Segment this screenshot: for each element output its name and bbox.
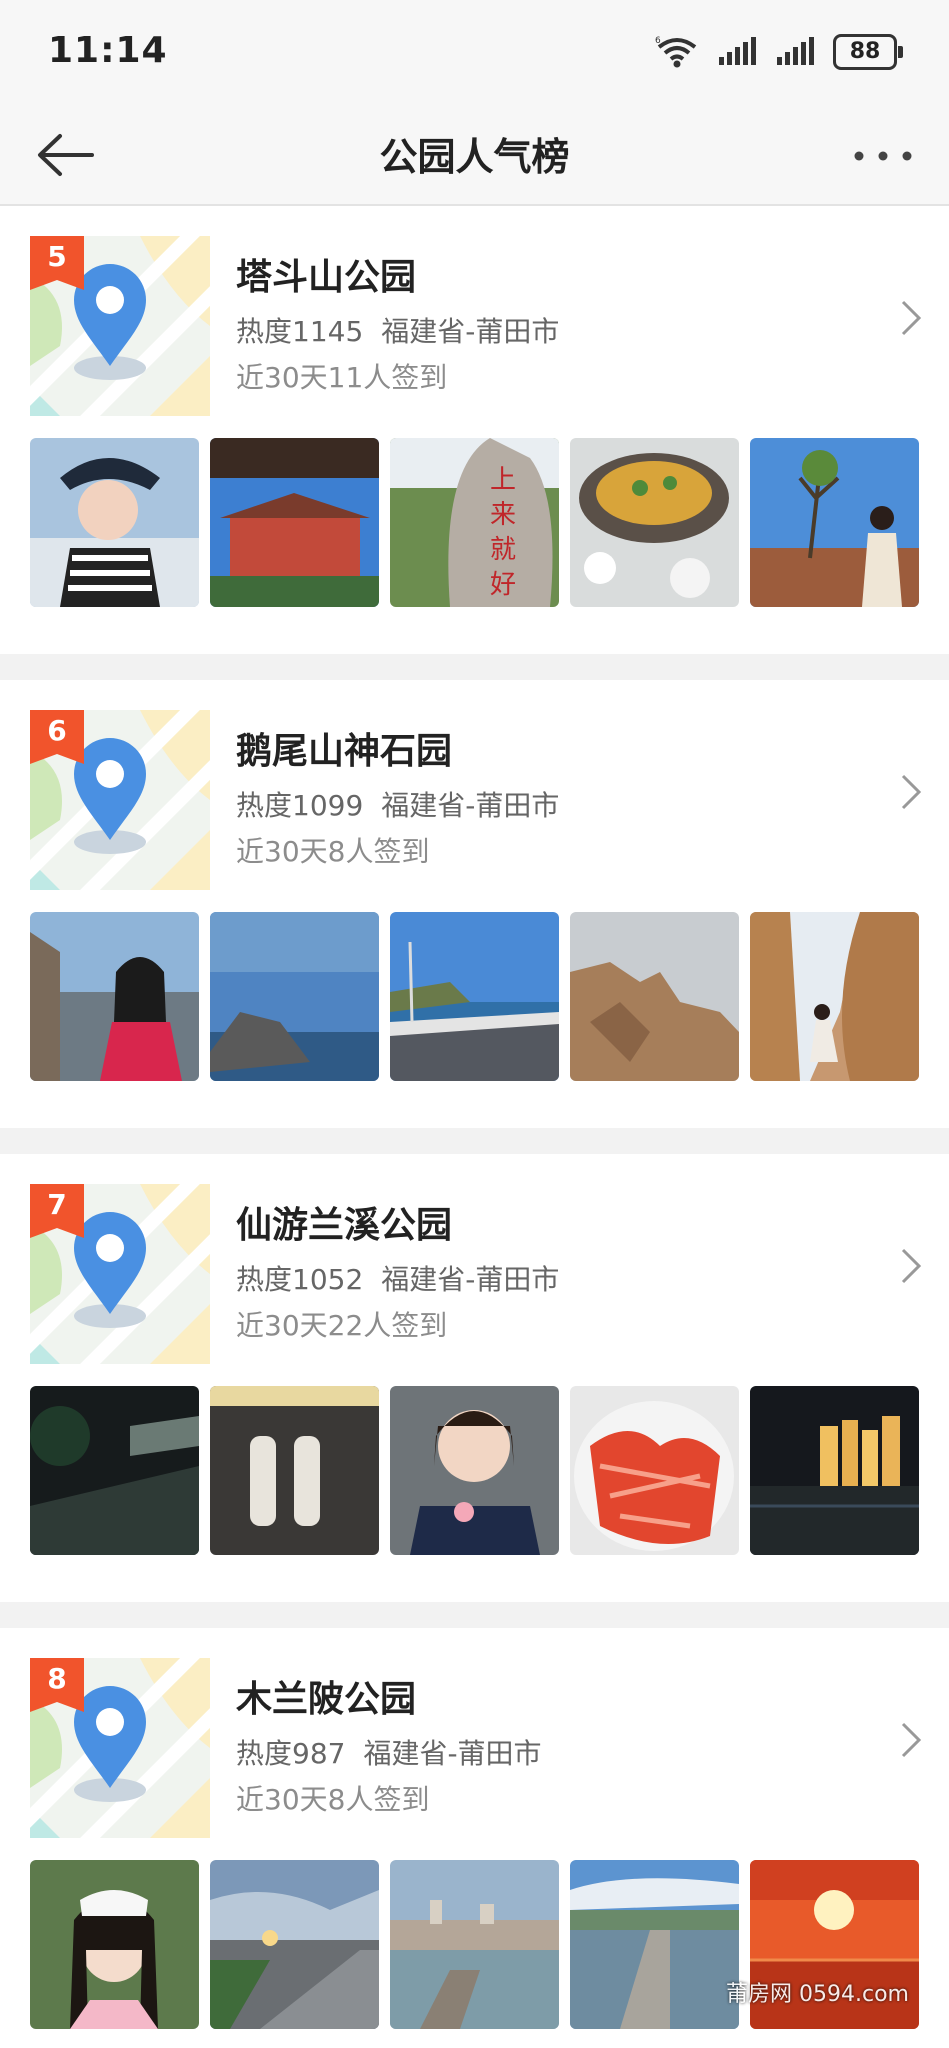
photo-thumbnail[interactable] (750, 1386, 919, 1555)
map-thumbnail: 7 (30, 1184, 210, 1364)
heat-score: 热度1145 (236, 315, 364, 348)
chevron-right-icon[interactable] (899, 772, 923, 812)
checkin-count: 近30天11人签到 (236, 361, 448, 394)
signal-icon (719, 37, 756, 65)
checkin-count: 近30天8人签到 (236, 835, 430, 868)
status-time: 11:14 (48, 30, 168, 71)
photo-thumbnail[interactable]: 上来就好 (390, 438, 559, 607)
heat-score: 热度1052 (236, 1263, 364, 1296)
park-name: 木兰陂公园 (236, 1679, 417, 1720)
photo-strip (30, 1386, 919, 1555)
photo-thumbnail[interactable] (750, 438, 919, 607)
svg-text:6: 6 (655, 36, 661, 46)
park-region: 福建省-莆田市 (381, 1263, 560, 1296)
park-name: 鹅尾山神石园 (236, 731, 453, 772)
park-card[interactable]: 6 鹅尾山神石园 热度1099 福建省-莆田市 近30天8人签到 (0, 680, 949, 1128)
photo-strip (30, 912, 919, 1081)
park-region: 福建省-莆田市 (363, 1737, 542, 1770)
wifi-icon: 6 (655, 36, 697, 68)
park-name: 塔斗山公园 (236, 257, 417, 298)
photo-thumbnail[interactable] (570, 438, 739, 607)
svg-text:好: 好 (490, 570, 516, 600)
status-icons: 6 88 (655, 34, 903, 70)
photo-thumbnail[interactable] (570, 1860, 739, 2029)
svg-text:就: 就 (490, 535, 516, 565)
photo-thumbnail[interactable] (30, 912, 199, 1081)
photo-thumbnail[interactable] (390, 912, 559, 1081)
heat-score: 热度987 (236, 1737, 346, 1770)
photo-thumbnail[interactable] (570, 912, 739, 1081)
heat-score: 热度1099 (236, 789, 364, 822)
rank-badge: 6 (30, 710, 84, 764)
checkin-count: 近30天8人签到 (236, 1783, 430, 1816)
map-thumbnail: 6 (30, 710, 210, 890)
park-meta: 热度1145 福建省-莆田市 (236, 310, 559, 350)
watermark: 莆房网 0594.com (726, 1982, 909, 2007)
photo-thumbnail[interactable] (390, 1386, 559, 1555)
nav-bar: 公园人气榜 (0, 104, 949, 206)
park-card[interactable]: 7 仙游兰溪公园 热度1052 福建省-莆田市 近30天22人签到 (0, 1154, 949, 1602)
park-region: 福建省-莆田市 (381, 315, 560, 348)
more-options-icon[interactable] (853, 150, 913, 162)
battery-indicator: 88 (833, 34, 903, 70)
signal-icon-2 (777, 37, 814, 65)
photo-thumbnail[interactable] (750, 912, 919, 1081)
map-thumbnail: 8 (30, 1658, 210, 1838)
photo-thumbnail[interactable] (390, 1860, 559, 2029)
photo-strip: 上来就好 (30, 438, 919, 607)
rank-badge: 5 (30, 236, 84, 290)
park-meta: 热度987 福建省-莆田市 (236, 1732, 542, 1772)
photo-thumbnail[interactable] (210, 912, 379, 1081)
park-card[interactable]: 8 木兰陂公园 热度987 福建省-莆田市 近30天8人签到 莆房网 0594.… (0, 1628, 949, 2048)
page-title: 公园人气榜 (379, 135, 570, 179)
svg-text:来: 来 (490, 500, 516, 530)
photo-thumbnail[interactable] (30, 438, 199, 607)
photo-thumbnail[interactable] (210, 1386, 379, 1555)
chevron-right-icon[interactable] (899, 1720, 923, 1760)
photo-thumbnail[interactable] (210, 438, 379, 607)
checkin-count: 近30天22人签到 (236, 1309, 448, 1342)
map-thumbnail: 5 (30, 236, 210, 416)
park-region: 福建省-莆田市 (381, 789, 560, 822)
photo-thumbnail[interactable] (570, 1386, 739, 1555)
park-card[interactable]: 5 塔斗山公园 热度1145 福建省-莆田市 近30天11人签到 上来就好 (0, 206, 949, 654)
svg-text:上: 上 (490, 465, 516, 495)
photo-thumbnail[interactable] (30, 1860, 199, 2029)
rank-badge: 7 (30, 1184, 84, 1238)
chevron-right-icon[interactable] (899, 1246, 923, 1286)
park-meta: 热度1099 福建省-莆田市 (236, 784, 559, 824)
status-bar: 11:14 6 88 (0, 0, 949, 104)
park-meta: 热度1052 福建省-莆田市 (236, 1258, 559, 1298)
photo-thumbnail[interactable] (30, 1386, 199, 1555)
rank-badge: 8 (30, 1658, 84, 1712)
photo-thumbnail[interactable] (210, 1860, 379, 2029)
chevron-right-icon[interactable] (899, 298, 923, 338)
park-name: 仙游兰溪公园 (236, 1205, 453, 1246)
